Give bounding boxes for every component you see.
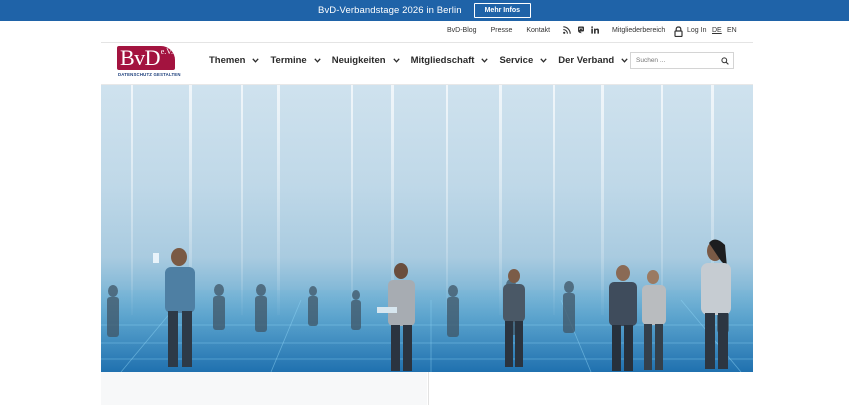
- search-box: [630, 52, 734, 69]
- contact-link[interactable]: Kontakt: [526, 27, 550, 34]
- mastodon-icon[interactable]: [577, 26, 585, 34]
- search-input[interactable]: [636, 55, 716, 66]
- nav-item-service[interactable]: Service: [499, 55, 547, 66]
- chevron-down-icon: [314, 58, 321, 63]
- chevron-down-icon: [621, 58, 628, 63]
- nav-item-mitgliedschaft[interactable]: Mitgliedschaft: [411, 55, 489, 66]
- logo-tagline: DATENSCHUTZ GESTALTEN: [118, 72, 181, 77]
- chevron-down-icon: [252, 58, 260, 63]
- member-area-link[interactable]: Mitgliederbereich: [612, 27, 665, 34]
- announcement-text: BvD-Verbandstage 2026 in Berlin: [318, 5, 462, 16]
- chevron-down-icon: [540, 58, 547, 63]
- chevron-down-icon: [481, 58, 489, 63]
- content-card-left: [101, 372, 427, 405]
- search-icon[interactable]: [721, 57, 729, 65]
- nav-item-neuigkeiten[interactable]: Neuigkeiten: [332, 55, 400, 66]
- lock-icon: [674, 26, 683, 37]
- login-link[interactable]: Log In: [687, 27, 706, 34]
- nav-item-themen[interactable]: Themen: [209, 55, 260, 66]
- main-nav: Themen Termine Neuigkeiten Mitgliedschaf…: [209, 55, 628, 66]
- utility-bar: BvD-Blog Presse Kontakt Mitgliederbereic…: [0, 22, 849, 42]
- hero-image: [101, 85, 753, 372]
- nav-item-der-verband[interactable]: Der Verband: [558, 55, 628, 66]
- rss-icon[interactable]: [563, 26, 571, 34]
- bvd-logo[interactable]: BvD e.V. DATENSCHUTZ GESTALTEN: [117, 45, 180, 80]
- nav-item-termine[interactable]: Termine: [270, 55, 321, 66]
- logo-text: BvD: [120, 45, 161, 70]
- language-en[interactable]: EN: [727, 27, 737, 34]
- more-info-button[interactable]: Mehr Infos: [473, 3, 531, 18]
- announcement-bar: BvD-Verbandstage 2026 in Berlin Mehr Inf…: [0, 0, 849, 21]
- chevron-down-icon: [392, 58, 400, 63]
- hero-illustration: [101, 85, 753, 372]
- linkedin-icon[interactable]: [591, 26, 600, 34]
- blog-link[interactable]: BvD-Blog: [447, 27, 477, 34]
- press-link[interactable]: Presse: [491, 27, 513, 34]
- language-de[interactable]: DE: [712, 27, 722, 34]
- divider: [101, 42, 753, 43]
- content-card-right: [428, 372, 754, 405]
- logo-superscript: e.V.: [160, 47, 173, 56]
